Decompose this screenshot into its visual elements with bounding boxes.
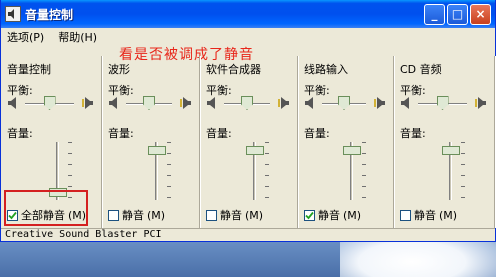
volume-tick — [265, 186, 269, 187]
mixer-panel: 软件合成器 平衡: 音量: 静音 (M) — [200, 56, 298, 228]
volume-slider-thumb[interactable] — [442, 146, 460, 156]
mute-label: 静音 — [220, 209, 242, 222]
volume-tick — [167, 153, 171, 154]
mute-accelerator: (M) — [147, 208, 166, 222]
volume-tick — [167, 164, 171, 165]
mute-checkbox[interactable] — [400, 209, 411, 221]
balance-slider-thumb[interactable] — [43, 96, 56, 110]
mixer-panel: CD 音频 平衡: 音量: 静音 (M) — [394, 56, 495, 228]
volume-tick — [461, 164, 465, 165]
panel-title: 线路输入 — [304, 63, 348, 76]
right-speaker-icon — [180, 96, 192, 110]
mute-checkbox[interactable] — [108, 209, 119, 221]
volume-tick — [265, 164, 269, 165]
volume-tick — [461, 142, 465, 143]
volume-tick — [362, 142, 366, 143]
balance-slider-thumb[interactable] — [241, 96, 253, 110]
volume-label: 音量: — [108, 127, 134, 140]
volume-label: 音量: — [206, 127, 232, 140]
balance-slider-thumb[interactable] — [143, 96, 155, 110]
menu-help[interactable]: 帮助(H) — [58, 29, 97, 45]
panel-title: 波形 — [108, 63, 130, 76]
volume-control-window: 音量控制 _ □ × 选项(P) 帮助(H) 看是否被调成了静音 音量控制 平衡:… — [0, 0, 496, 242]
volume-tick — [167, 142, 171, 143]
volume-tick — [68, 175, 72, 176]
mute-label: 静音 — [122, 209, 144, 222]
volume-ticks — [461, 142, 465, 202]
volume-tick — [265, 175, 269, 176]
speaker-app-icon — [5, 6, 21, 22]
mute-checkbox-row[interactable]: 静音 (M) — [304, 207, 361, 223]
volume-tick — [68, 186, 72, 187]
volume-label: 音量: — [304, 127, 330, 140]
volume-ticks — [362, 142, 366, 202]
volume-tick — [362, 186, 366, 187]
title-bar[interactable]: 音量控制 _ □ × — [1, 0, 495, 28]
mute-checkbox[interactable] — [304, 209, 315, 221]
highlight-box — [4, 190, 88, 226]
volume-tick — [265, 142, 269, 143]
menu-options[interactable]: 选项(P) — [7, 29, 44, 45]
left-speaker-icon — [304, 96, 316, 110]
panel-title: 音量控制 — [7, 63, 51, 76]
volume-tick — [68, 142, 72, 143]
volume-tick — [461, 186, 465, 187]
right-speaker-icon — [82, 96, 94, 110]
right-speaker-icon — [374, 96, 386, 110]
volume-label: 音量: — [7, 127, 33, 140]
mute-accelerator: (M) — [245, 208, 264, 222]
window-title: 音量控制 — [25, 7, 74, 22]
mute-label: 静音 — [318, 209, 340, 222]
left-speaker-icon — [108, 96, 120, 110]
volume-tick — [265, 197, 269, 198]
left-speaker-icon — [206, 96, 218, 110]
mute-accelerator: (M) — [343, 208, 362, 222]
mixer-panel: 波形 平衡: 音量: 静音 (M) — [102, 56, 200, 228]
close-button[interactable]: × — [470, 3, 491, 25]
volume-slider-thumb[interactable] — [246, 146, 264, 156]
volume-tick — [362, 197, 366, 198]
balance-slider-thumb[interactable] — [338, 96, 350, 110]
mixer-panel: 线路输入 平衡: 音量: 静音 (M) — [298, 56, 394, 228]
left-speaker-icon — [7, 96, 19, 110]
status-bar: Creative Sound Blaster PCI — [1, 228, 495, 241]
volume-tick — [461, 153, 465, 154]
volume-slider-thumb[interactable] — [148, 146, 166, 156]
volume-ticks — [167, 142, 171, 202]
right-speaker-icon — [475, 96, 487, 110]
volume-tick — [167, 197, 171, 198]
volume-tick — [362, 164, 366, 165]
volume-tick — [68, 164, 72, 165]
volume-slider-thumb[interactable] — [343, 146, 361, 156]
volume-ticks — [265, 142, 269, 202]
minimize-button[interactable]: _ — [424, 3, 445, 25]
volume-tick — [265, 153, 269, 154]
checkmark-icon — [305, 211, 314, 219]
balance-slider-thumb[interactable] — [436, 96, 449, 110]
maximize-button[interactable]: □ — [447, 3, 468, 25]
left-speaker-icon — [400, 96, 412, 110]
volume-tick — [167, 186, 171, 187]
panel-title: 软件合成器 — [206, 63, 261, 76]
volume-tick — [461, 175, 465, 176]
volume-label: 音量: — [400, 127, 426, 140]
mute-accelerator: (M) — [439, 208, 458, 222]
mute-checkbox-row[interactable]: 静音 (M) — [206, 207, 263, 223]
mute-checkbox-row[interactable]: 静音 (M) — [400, 207, 457, 223]
volume-tick — [68, 153, 72, 154]
volume-tick — [362, 175, 366, 176]
mute-label: 静音 — [414, 209, 436, 222]
volume-tick — [362, 153, 366, 154]
right-speaker-icon — [278, 96, 290, 110]
mute-checkbox-row[interactable]: 静音 (M) — [108, 207, 165, 223]
panel-title: CD 音频 — [400, 63, 442, 76]
volume-tick — [167, 175, 171, 176]
volume-tick — [461, 197, 465, 198]
mute-checkbox[interactable] — [206, 209, 217, 221]
